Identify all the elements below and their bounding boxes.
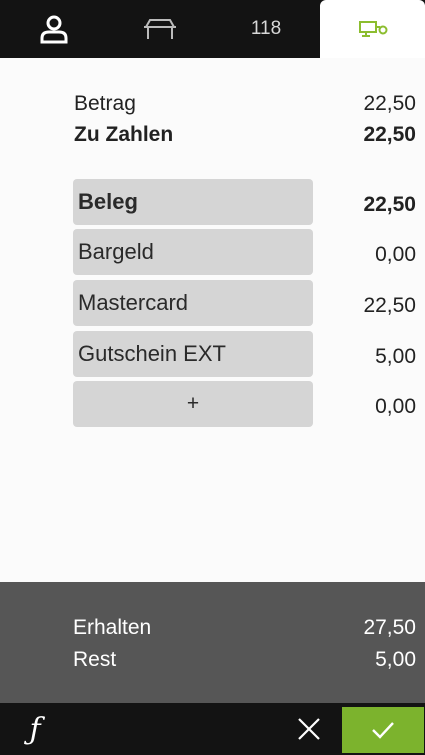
payment-row-receipt: Beleg 22,50 xyxy=(73,179,416,225)
voucher-button[interactable]: Gutschein EXT xyxy=(73,331,313,377)
rest-label: Rest xyxy=(73,648,117,671)
to-pay-label: Zu Zahlen xyxy=(74,123,174,146)
mastercard-value: 22,50 xyxy=(363,294,416,317)
amount-value: 22,50 xyxy=(363,92,416,115)
amount-label: Betrag xyxy=(74,92,136,115)
payment-screen: 118 Betrag 22,50 Zu Zahlen 22,50 Beleg 2… xyxy=(0,0,425,755)
table-number: 118 xyxy=(250,18,282,39)
tab-payment[interactable] xyxy=(320,0,425,58)
payment-row-mastercard: Mastercard 22,50 xyxy=(73,280,416,326)
tab-guest[interactable] xyxy=(0,0,108,58)
amount-row: Betrag 22,50 xyxy=(74,92,416,123)
tab-table-number[interactable]: 118 xyxy=(212,0,320,58)
rest-value: 5,00 xyxy=(375,648,416,671)
payment-row-cash: Bargeld 0,00 xyxy=(73,229,416,275)
amount-summary: Betrag 22,50 Zu Zahlen 22,50 xyxy=(74,92,416,154)
to-pay-value: 22,50 xyxy=(363,123,416,146)
cancel-button[interactable] xyxy=(286,703,332,755)
totals-panel: Erhalten 27,50 Rest 5,00 xyxy=(0,582,425,703)
payment-row-voucher: Gutschein EXT 5,00 xyxy=(73,331,416,377)
person-icon xyxy=(40,15,68,44)
payment-terminal-icon xyxy=(358,21,387,37)
top-tab-bar: 118 xyxy=(0,0,425,58)
confirm-button[interactable] xyxy=(342,707,424,753)
mastercard-button[interactable]: Mastercard xyxy=(73,280,313,326)
function-button[interactable]: ƒ xyxy=(10,703,60,755)
add-payment-button[interactable]: + xyxy=(73,381,313,427)
receipt-button[interactable]: Beleg xyxy=(73,179,313,225)
voucher-value: 5,00 xyxy=(375,345,416,368)
cash-button[interactable]: Bargeld xyxy=(73,229,313,275)
checkmark-icon xyxy=(372,722,394,739)
received-value: 27,50 xyxy=(363,616,416,639)
close-icon xyxy=(298,718,320,740)
add-payment-value: 0,00 xyxy=(375,395,416,418)
to-pay-row: Zu Zahlen 22,50 xyxy=(74,123,416,154)
payment-row-add: + 0,00 xyxy=(73,381,416,427)
receipt-value: 22,50 xyxy=(363,193,416,216)
cash-value: 0,00 xyxy=(375,243,416,266)
tab-table[interactable] xyxy=(108,0,212,58)
table-icon xyxy=(144,19,176,39)
received-label: Erhalten xyxy=(73,616,152,639)
footer-bar: ƒ xyxy=(0,703,425,755)
